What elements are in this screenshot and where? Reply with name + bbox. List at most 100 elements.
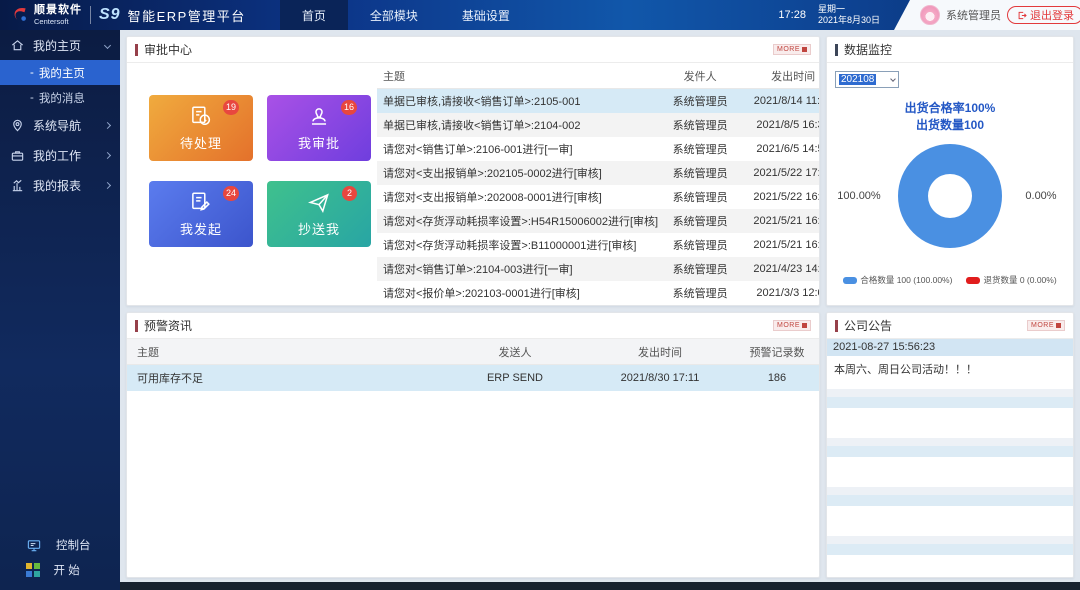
legend-label-return: 退货数量 0 (0.00%): [983, 274, 1056, 286]
announcement-slot: [827, 446, 1073, 457]
tile-my-approvals[interactable]: 我审批 16: [267, 95, 371, 161]
period-select[interactable]: 202108: [835, 71, 899, 88]
announcement-date: 2021-08-27 15:56:23: [827, 339, 1073, 356]
chevron-right-icon: [104, 181, 111, 188]
legend-label-pass: 合格数量 100 (100.00%): [860, 274, 952, 286]
send-icon: [306, 190, 332, 216]
avatar[interactable]: [920, 5, 940, 25]
table-row[interactable]: 请您对<销售订单>:2104-003进行[一审] 系统管理员 2021/4/23…: [377, 257, 820, 281]
announcements-panel: 公司公告 MORE 2021-08-27 15:56:23 本周六、周日公司活动…: [826, 312, 1074, 578]
shipment-stats: 出货合格率100% 出货数量100: [827, 100, 1073, 134]
approval-more-button[interactable]: MORE: [773, 44, 811, 55]
start-button[interactable]: 开 始: [26, 562, 91, 578]
main-nav: 首页 全部模块 基础设置: [280, 0, 532, 30]
console-button[interactable]: 控制台: [26, 537, 91, 553]
approval-table: 主题 发件人 发出时间 单据已审核,请接收<销售订单>:2105-001 系统管…: [377, 63, 820, 306]
announcements-more-button[interactable]: MORE: [1027, 320, 1065, 331]
tab-basic-settings[interactable]: 基础设置: [440, 0, 532, 30]
chevron-right-icon: [104, 121, 111, 128]
tab-all-modules[interactable]: 全部模块: [348, 0, 440, 30]
alerts-panel: 预警资讯 MORE 主题 发送人 发出时间 预警记录数 可用库存不足 ERP S…: [126, 312, 820, 578]
logout-icon: [1016, 10, 1027, 21]
alerts-title: 预警资讯: [135, 317, 192, 334]
sidebar-item-my-reports[interactable]: 我的报表: [0, 170, 120, 200]
clock-weekday: 星期一: [818, 4, 880, 15]
tab-home[interactable]: 首页: [280, 0, 348, 30]
logout-button[interactable]: 退出登录: [1007, 6, 1080, 24]
table-row[interactable]: 请您对<支出报销单>:202105-0002进行[审核] 系统管理员 2021/…: [377, 161, 820, 185]
chart-icon: [10, 178, 25, 193]
clock-time: 17:28: [778, 9, 806, 21]
product-logo: S9: [99, 6, 121, 24]
chart-legend: 合格数量 100 (100.00%) 退货数量 0 (0.00%): [827, 274, 1073, 286]
table-row[interactable]: 请您对<报价单>:202103-0001进行[审核] 系统管理员 2021/3/…: [377, 281, 820, 305]
donut-right-label: 0.00%: [1013, 190, 1069, 202]
doc-clock-icon: [188, 104, 214, 130]
badge-count: 24: [223, 186, 239, 201]
announcement-slot: [827, 544, 1073, 555]
app-title: 智能ERP管理平台: [128, 6, 246, 25]
table-row[interactable]: 请您对<销售订单>:2106-001进行[一审] 系统管理员 2021/6/5 …: [377, 137, 820, 161]
bottom-bar: [120, 582, 1080, 590]
doc-edit-icon: [188, 190, 214, 216]
announcement-text[interactable]: 本周六、周日公司活动！！！: [827, 356, 1073, 389]
chevron-down-icon: [890, 76, 896, 82]
sidebar-item-my-work[interactable]: 我的工作: [0, 140, 120, 170]
shipment-qty-text: 出货数量100: [827, 117, 1073, 134]
donut-left-label: 100.00%: [831, 190, 887, 202]
home-icon: [10, 38, 25, 53]
console-icon: [26, 538, 42, 553]
period-value: 202108: [839, 74, 876, 85]
approval-tiles: 待处理 19 我审批 16: [127, 63, 371, 306]
username: 系统管理员: [946, 7, 1001, 23]
badge-count: 19: [223, 100, 239, 115]
approval-center-panel: 审批中心 MORE 待处理 19: [126, 36, 820, 306]
clock-date: 2021年8月30日: [818, 15, 880, 26]
topbar: 顺景软件 Centersoft S9 智能ERP管理平台 首页 全部模块 基础设…: [0, 0, 1080, 30]
announcements-title: 公司公告: [835, 317, 892, 334]
sidebar-item-my-home[interactable]: 我的主页: [0, 30, 120, 60]
table-row[interactable]: 单据已审核,请接收<销售订单>:2105-001 系统管理员 2021/8/14…: [377, 89, 820, 113]
brand-divider: [90, 6, 91, 24]
brand-name-cn: 顺景软件: [34, 5, 82, 16]
table-row[interactable]: 单据已审核,请接收<销售订单>:2104-002 系统管理员 2021/8/5 …: [377, 113, 820, 137]
pass-rate-text: 出货合格率100%: [827, 100, 1073, 117]
table-row[interactable]: 可用库存不足 ERP SEND 2021/8/30 17:11 186: [127, 365, 819, 391]
alerts-table-header: 主题 发送人 发出时间 预警记录数: [127, 339, 819, 365]
start-icon: [26, 563, 40, 577]
donut-chart[interactable]: [898, 144, 1002, 248]
approval-table-header: 主题 发件人 发出时间: [377, 63, 820, 89]
erp-dashboard: 顺景软件 Centersoft S9 智能ERP管理平台 首页 全部模块 基础设…: [0, 0, 1080, 590]
clock: 17:28 星期一 2021年8月30日: [778, 4, 894, 26]
stamp-icon: [306, 104, 332, 130]
legend-swatch-pass: [843, 277, 857, 284]
briefcase-icon: [10, 148, 25, 163]
tile-initiated-by-me[interactable]: 我发起 24: [149, 181, 253, 247]
announcement-slot: [827, 495, 1073, 506]
sidebar-subitem-my-home[interactable]: 我的主页: [0, 60, 120, 85]
approval-center-title: 审批中心: [135, 41, 192, 58]
brand: 顺景软件 Centersoft S9 智能ERP管理平台: [0, 0, 246, 30]
announcement-slot: [827, 397, 1073, 408]
map-pin-icon: [10, 118, 25, 133]
brand-name-en: Centersoft: [34, 18, 82, 26]
data-monitor-panel: 数据监控 202108 出货合格率100% 出货数量100 100.00% 0.…: [826, 36, 1074, 306]
sidebar: 我的主页 我的主页 我的消息 系统导航 我的工作 我的报表: [0, 30, 120, 590]
user-area: 系统管理员 退出登录: [894, 0, 1080, 30]
main-content: 审批中心 MORE 待处理 19: [120, 30, 1080, 590]
alerts-more-button[interactable]: MORE: [773, 320, 811, 331]
badge-count: 2: [342, 186, 357, 201]
table-row[interactable]: 请您对<支出报销单>:202008-0001进行[审核] 系统管理员 2021/…: [377, 185, 820, 209]
sidebar-item-system-nav[interactable]: 系统导航: [0, 110, 120, 140]
table-row[interactable]: 请您对<存货浮动耗损率设置>:B11000001进行[审核] 系统管理员 202…: [377, 233, 820, 257]
sidebar-footer: 控制台 开 始: [26, 537, 91, 578]
badge-count: 16: [341, 100, 357, 115]
tile-pending[interactable]: 待处理 19: [149, 95, 253, 161]
tile-cc-to-me[interactable]: 抄送我 2: [267, 181, 371, 247]
legend-swatch-return: [966, 277, 980, 284]
table-row[interactable]: 请您对<存货浮动耗损率设置>:H54R15006002进行[审核] 系统管理员 …: [377, 209, 820, 233]
chevron-down-icon: [104, 41, 111, 48]
company-logo-icon: [8, 4, 30, 26]
data-monitor-title: 数据监控: [835, 41, 892, 58]
sidebar-subitem-my-messages[interactable]: 我的消息: [0, 85, 120, 110]
